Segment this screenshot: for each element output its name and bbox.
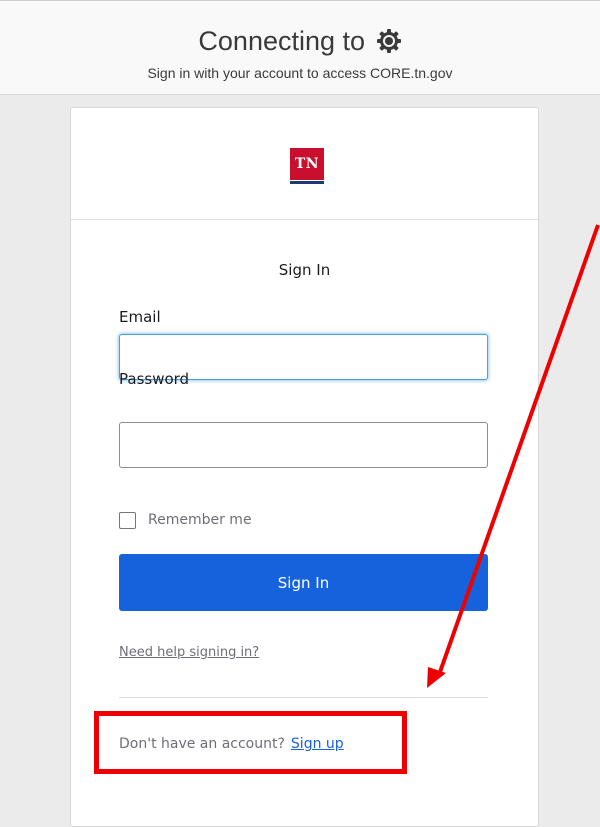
remember-me-checkbox[interactable] [119, 512, 136, 529]
tn-logo: TN [290, 148, 324, 185]
top-bar: Connecting to Sign in with your account … [0, 0, 600, 95]
tn-logo-text: TN [290, 148, 324, 180]
page-title-text: Connecting to [198, 26, 366, 56]
password-label: Password [119, 370, 190, 388]
annotation-highlight-box [94, 711, 407, 774]
page-title: Connecting to [0, 26, 600, 61]
divider [119, 697, 488, 698]
sign-in-heading: Sign In [278, 261, 331, 279]
password-field[interactable] [119, 422, 488, 468]
tn-logo-stripe [290, 181, 324, 184]
page-subtitle: Sign in with your account to access CORE… [147, 65, 453, 81]
gear-icon [376, 28, 402, 61]
need-help-link[interactable]: Need help signing in? [119, 645, 259, 660]
sign-in-button[interactable]: Sign In [119, 554, 488, 611]
card-header: TN [71, 108, 538, 220]
email-label: Email [119, 308, 161, 326]
remember-me-label[interactable]: Remember me [148, 512, 252, 528]
